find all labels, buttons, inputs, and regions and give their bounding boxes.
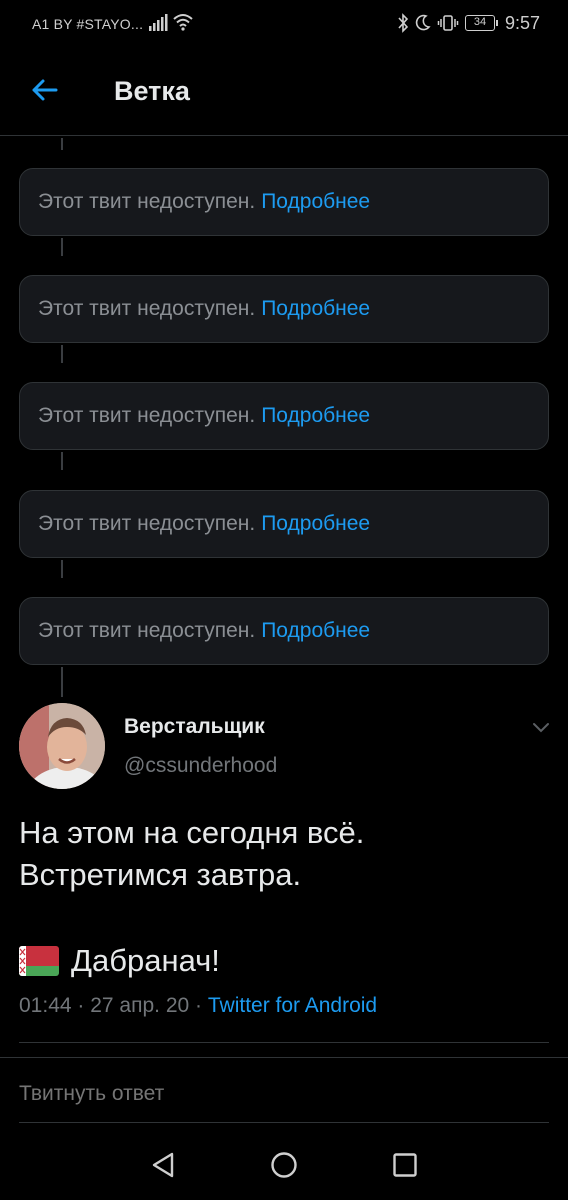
tweet-meta: 01:44 · 27 апр. 20 · Twitter for Android — [19, 994, 377, 1018]
chevron-down-icon — [533, 723, 549, 733]
unavailable-tweet-card: Этот твит недоступен. Подробнее — [19, 597, 549, 665]
meta-separator: · — [189, 994, 208, 1017]
nav-home-button[interactable] — [269, 1150, 299, 1180]
unavailable-tweet-card: Этот твит недоступен. Подробнее — [19, 490, 549, 558]
nav-back-button[interactable] — [148, 1150, 178, 1180]
arrow-left-icon — [32, 79, 58, 101]
vibrate-icon — [437, 15, 459, 31]
reply-bar-divider — [0, 1057, 568, 1058]
bluetooth-icon — [398, 13, 409, 33]
thread-connector — [61, 560, 63, 578]
tweet-text-line: Встретимся завтра. — [19, 857, 302, 892]
signal-icon — [149, 14, 168, 31]
status-icons: 34 9:57 — [397, 11, 540, 35]
author-name[interactable]: Верстальщик — [124, 715, 265, 739]
wifi-icon — [173, 14, 193, 31]
author-handle[interactable]: @cssunderhood — [124, 754, 277, 778]
back-button[interactable] — [24, 70, 64, 110]
tweet-text-line: На этом на сегодня всё. — [19, 815, 365, 850]
unavailable-tweet-card: Этот твит недоступен. Подробнее — [19, 275, 549, 343]
unavailable-tweet-card: Этот твит недоступен. Подробнее — [19, 168, 549, 236]
status-time: 9:57 — [504, 12, 540, 33]
status-bar: A1 BY #STAYO... 34 9:57 — [0, 0, 568, 48]
circle-home-icon — [271, 1152, 297, 1178]
square-recents-icon — [393, 1153, 417, 1177]
tweet-date[interactable]: 27 апр. 20 — [90, 994, 189, 1017]
tweet-source-link[interactable]: Twitter for Android — [208, 994, 377, 1017]
thread-connector — [61, 667, 63, 697]
belarus-flag-icon — [19, 946, 59, 976]
unavailable-text: Этот твит недоступен. — [38, 190, 256, 213]
reply-input[interactable] — [19, 1082, 549, 1106]
divider — [19, 1042, 549, 1043]
learn-more-link[interactable]: Подробнее — [261, 404, 370, 428]
header: Ветка — [0, 48, 568, 136]
battery-icon: 34 — [464, 15, 498, 31]
learn-more-link[interactable]: Подробнее — [261, 619, 370, 643]
reply-underline — [19, 1122, 549, 1123]
tweet-text-line: Дабранач! — [71, 943, 220, 978]
triangle-back-icon — [152, 1152, 174, 1178]
meta-separator: · — [71, 994, 91, 1017]
page-title: Ветка — [114, 76, 190, 106]
thread-connector — [61, 238, 63, 256]
thread-connector — [61, 345, 63, 363]
learn-more-link[interactable]: Подробнее — [261, 512, 370, 536]
unavailable-text: Этот твит недоступен. — [38, 404, 256, 427]
avatar-image — [19, 703, 105, 789]
tweet-text-farewell: Дабранач! — [19, 940, 220, 982]
learn-more-link[interactable]: Подробнее — [261, 297, 370, 321]
tweet-menu-button[interactable] — [528, 716, 554, 738]
tweet-time: 01:44 — [19, 994, 72, 1017]
thread-connector — [61, 452, 63, 470]
moon-icon — [415, 14, 431, 31]
unavailable-tweet-card: Этот твит недоступен. Подробнее — [19, 382, 549, 450]
thread-connector — [61, 138, 63, 150]
unavailable-text: Этот твит недоступен. — [38, 297, 256, 320]
tweet-text: На этом на сегодня всё. Встретимся завтр… — [19, 812, 549, 896]
carrier-label: A1 BY #STAYO... — [32, 16, 144, 32]
system-nav-bar — [0, 1130, 568, 1200]
unavailable-text: Этот твит недоступен. — [38, 619, 256, 642]
unavailable-text: Этот твит недоступен. — [38, 512, 256, 535]
learn-more-link[interactable]: Подробнее — [261, 190, 370, 214]
nav-recents-button[interactable] — [390, 1150, 420, 1180]
avatar[interactable] — [19, 703, 105, 789]
